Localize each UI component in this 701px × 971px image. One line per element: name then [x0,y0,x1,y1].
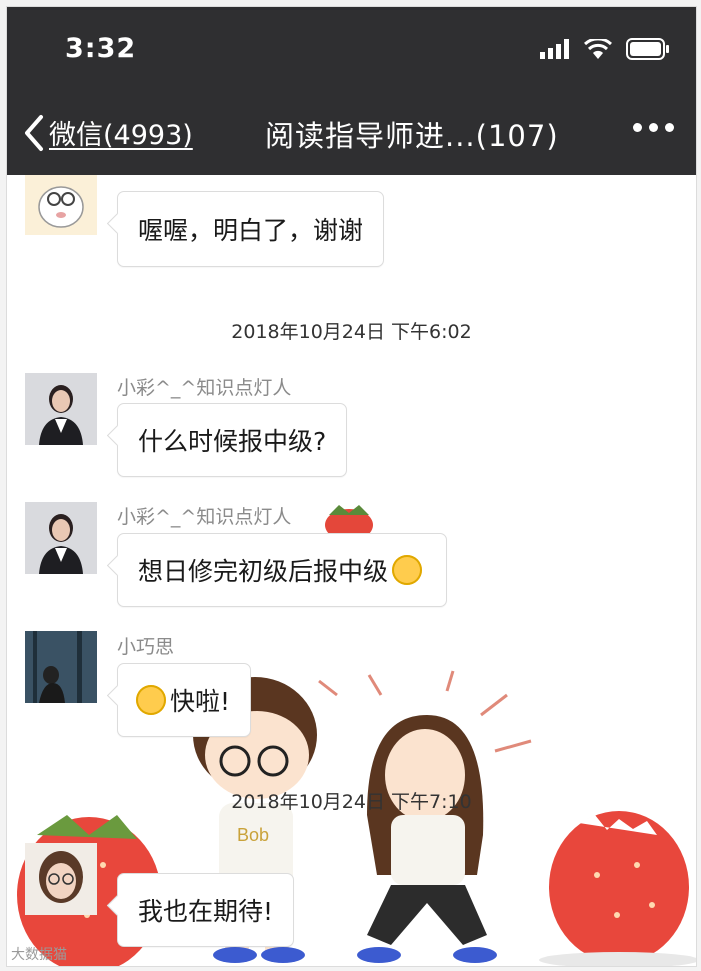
message-timestamp: 2018年10月24日 下午6:02 [231,321,472,343]
message-sender: 小巧思 [117,636,175,658]
cartoon-girl-illustration [318,670,532,963]
message-sender: 小彩^_^知识点灯人 [117,506,292,528]
message-bubble[interactable]: 快啦! [117,663,252,737]
navigation-bar: 微信(4993) 阅读指导师进...(107) [7,93,696,175]
status-icons [540,37,670,61]
message-bubble[interactable]: 想日修完初级后报中级 [117,533,448,607]
battery-icon [626,38,669,60]
wifi-icon [584,39,612,59]
profile-photo-forest [25,631,97,703]
shirt-text-left: Bob [237,825,269,845]
avatar-user-xiaocai[interactable] [25,373,97,445]
profile-photo-woman [25,502,97,574]
status-bar: 3:32 [7,7,696,93]
smile-emoji-icon [392,555,423,585]
message-bubble[interactable]: 我也在期待! [117,873,295,947]
back-label: 微信(4993) [49,120,193,151]
strawberry-right-icon [539,811,696,966]
cartoon-sheep-icon [38,186,84,228]
profile-photo-woman-glasses [25,843,97,915]
chat-area[interactable]: Bob 喔喔，明白了，谢谢 2018年10月24日 下午6:02 小彩^_^知识… [7,175,696,966]
back-chevron-icon [25,114,43,151]
message-bubble[interactable]: 喔喔，明白了，谢谢 [117,191,385,267]
signal-icon [540,39,569,59]
avatar-user-xiaoqiaosi[interactable] [25,631,97,703]
message-text: 快啦! [170,687,231,716]
watermark: 大数据猫 [11,947,67,963]
blush-emoji-icon [136,685,166,715]
profile-photo-woman [25,373,97,445]
chat-title: 阅读指导师进...(107) [265,119,559,153]
avatar-user-xiaocai[interactable] [25,502,97,574]
message-bubble[interactable]: 什么时候报中级? [117,403,348,477]
message-sender: 小彩^_^知识点灯人 [117,377,292,399]
avatar-user-glasses[interactable] [25,843,97,915]
phone-screen: 3:32 微信(4993) 阅读指导师进...(107) Bob 喔喔，明白了，… [6,6,697,967]
status-time: 3:32 [65,33,137,64]
avatar-cartoon[interactable] [25,175,97,235]
back-button[interactable]: 微信(4993) [23,113,193,152]
message-timestamp: 2018年10月24日 下午7:10 [231,791,472,813]
more-icon[interactable] [633,123,674,132]
message-text: 想日修完初级后报中级 [138,557,389,586]
